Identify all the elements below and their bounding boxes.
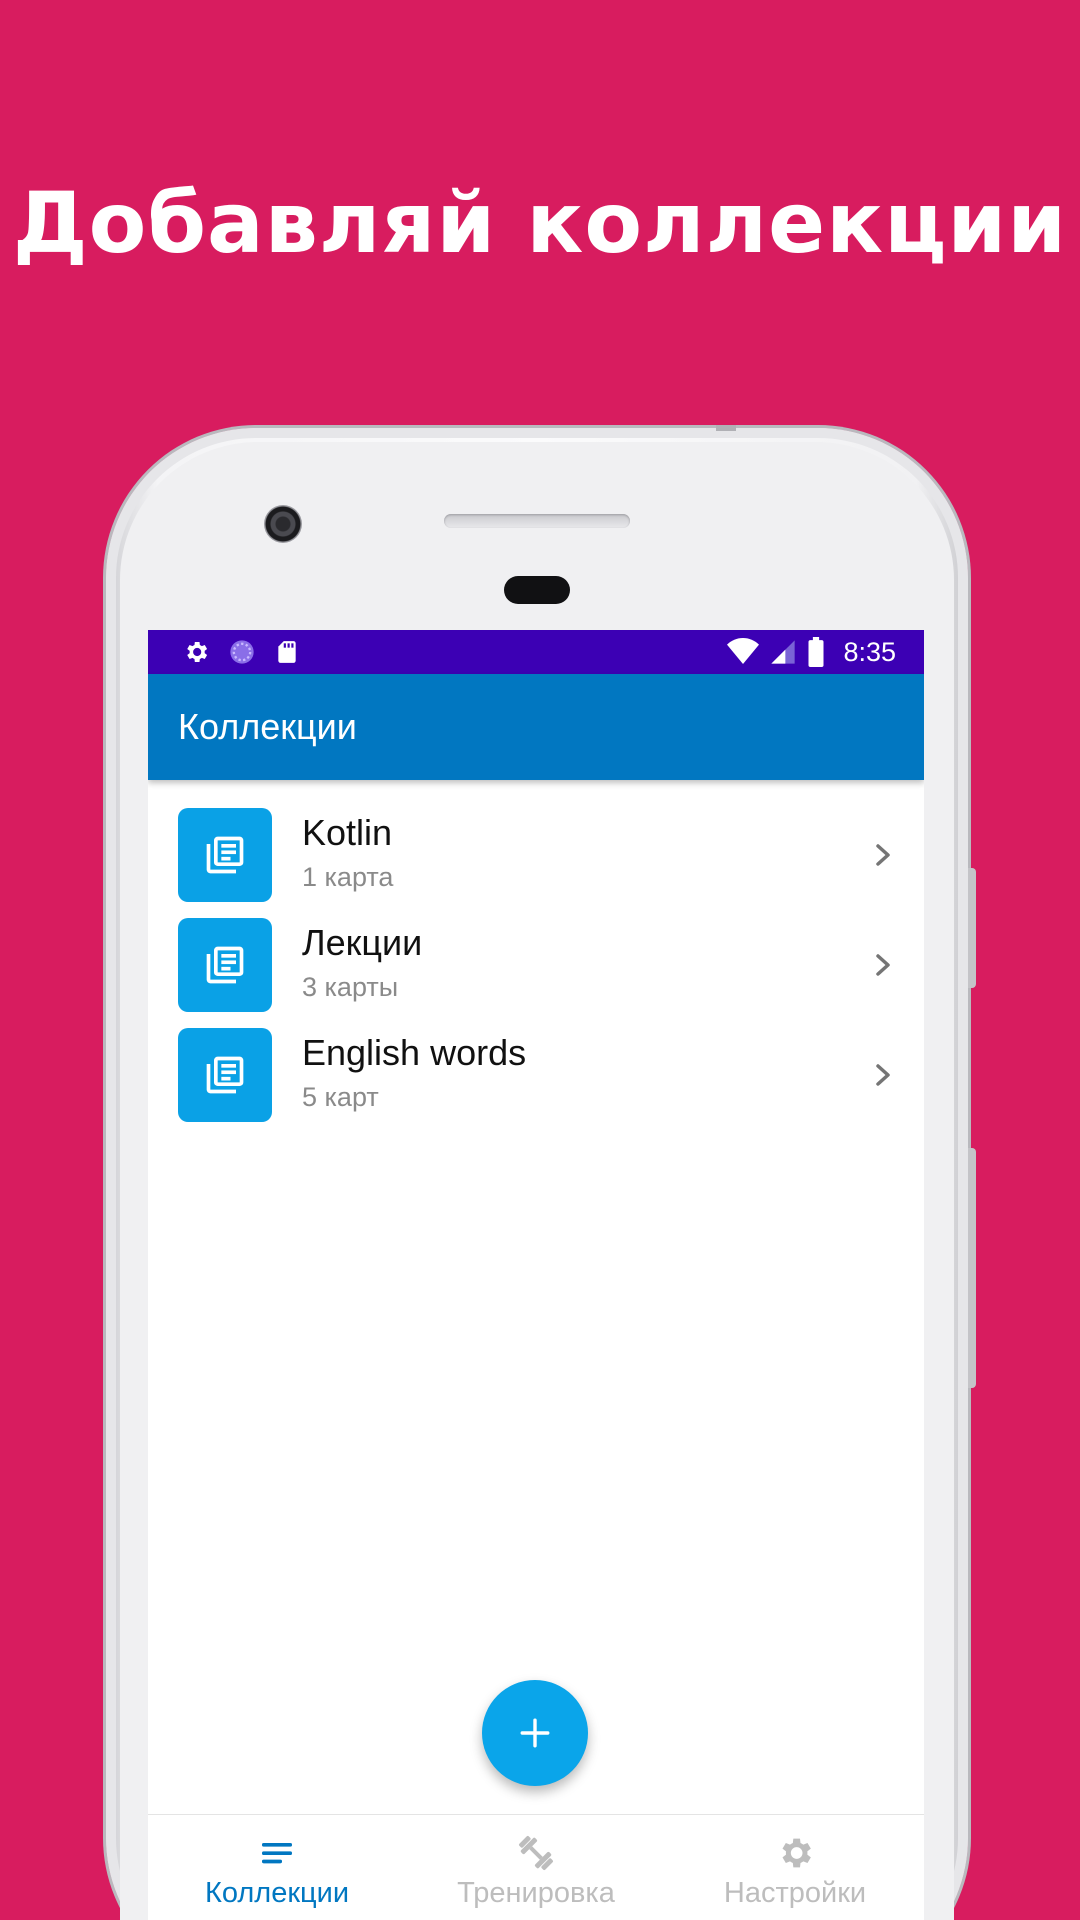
collection-icon	[206, 1056, 244, 1094]
wifi-icon	[727, 638, 760, 664]
chevron-right-icon	[876, 954, 890, 976]
nav-label: Коллекции	[204, 1877, 350, 1909]
dumbbell-icon	[519, 1836, 553, 1870]
collection-tile	[178, 918, 272, 1012]
earpiece-speaker	[444, 514, 630, 528]
proximity-sensor	[504, 576, 570, 604]
settings-icon	[187, 641, 208, 663]
phone-power-button	[968, 868, 976, 988]
collection-item-lectures[interactable]: Лекции 3 карты	[148, 912, 924, 1022]
collection-icon	[206, 836, 244, 874]
collection-card-count: 5 карт	[302, 1082, 379, 1112]
status-left-icons	[182, 630, 300, 674]
collection-item-kotlin[interactable]: Kotlin 1 карта	[148, 802, 924, 912]
sd-card-icon	[278, 641, 296, 663]
bottom-navigation: Коллекции Тренировка Настройки	[148, 1814, 924, 1920]
chevron-right-icon	[876, 1064, 890, 1086]
app-bar: Коллекции	[148, 674, 924, 780]
sync-icon	[230, 640, 254, 664]
collection-title: English words	[302, 1032, 527, 1073]
front-camera	[264, 505, 302, 543]
nav-tab-collections[interactable]: Коллекции	[148, 1833, 406, 1910]
status-bar: 8:35	[148, 630, 924, 674]
signal-icon	[771, 640, 796, 664]
collections-list: Kotlin 1 карта Лекции 3 карты English wo…	[148, 802, 924, 1132]
nav-tab-training[interactable]: Тренировка	[407, 1833, 665, 1910]
gear-icon	[782, 1838, 811, 1868]
promo-screen: Добавляй коллекции 8:35 Коллекции Kotlin…	[0, 0, 1080, 1920]
list-icon	[262, 1843, 292, 1864]
battery-icon	[808, 637, 824, 667]
collection-title: Лекции	[302, 922, 423, 963]
phone-volume-button	[968, 1148, 976, 1388]
add-collection-button[interactable]	[482, 1680, 588, 1786]
nav-tab-settings[interactable]: Настройки	[666, 1833, 924, 1910]
collection-icon	[206, 946, 244, 984]
chevron-right-icon	[876, 844, 890, 866]
nav-label: Тренировка	[457, 1877, 615, 1909]
collection-item-english-words[interactable]: English words 5 карт	[148, 1022, 924, 1132]
collection-tile	[178, 808, 272, 902]
plus-icon	[520, 1718, 550, 1748]
collection-card-count: 3 карты	[302, 972, 399, 1002]
promo-headline: Добавляй коллекции	[12, 174, 1068, 272]
app-bar-title: Коллекции	[178, 706, 357, 747]
collection-card-count: 1 карта	[302, 862, 394, 892]
phone-top-button	[716, 425, 736, 431]
status-right-icons: 8:35	[727, 630, 896, 674]
status-time: 8:35	[843, 636, 896, 667]
collection-tile	[178, 1028, 272, 1122]
collection-title: Kotlin	[302, 812, 393, 853]
phone-screen: 8:35 Коллекции Kotlin 1 карта Лекции 3 к…	[148, 630, 924, 1920]
nav-label: Настройки	[723, 1877, 867, 1909]
